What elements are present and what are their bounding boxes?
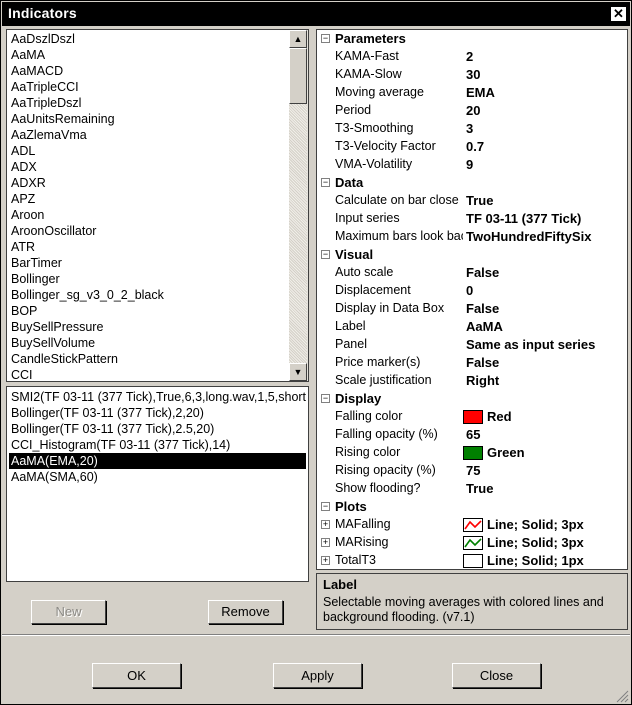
property-row[interactable]: Period 20 <box>317 102 627 120</box>
expand-icon[interactable]: + <box>321 556 330 565</box>
collapse-icon[interactable]: − <box>321 34 330 43</box>
rising-color-row[interactable]: Rising color Green <box>317 444 627 462</box>
property-row[interactable]: Moving average EMA <box>317 84 627 102</box>
scroll-up-button[interactable]: ▲ <box>289 30 307 48</box>
applied-indicators-list[interactable]: SMI2(TF 03-11 (377 Tick),True,6,3,long.w… <box>6 386 309 582</box>
remove-button[interactable]: Remove <box>208 600 283 624</box>
applied-indicator-item[interactable]: AaMA(EMA,20) <box>9 453 306 469</box>
description-title: Label <box>323 577 357 592</box>
expand-icon[interactable]: + <box>321 538 330 547</box>
list-item[interactable]: AaUnitsRemaining <box>11 111 115 127</box>
list-item[interactable]: BarTimer <box>11 255 62 271</box>
property-row[interactable]: Input series TF 03-11 (377 Tick) <box>317 210 627 228</box>
ok-button[interactable]: OK <box>92 663 181 688</box>
list-item[interactable]: AroonOscillator <box>11 223 96 239</box>
list-item[interactable]: AaDszlDszl <box>11 31 75 47</box>
property-row[interactable]: KAMA-Slow 30 <box>317 66 627 84</box>
scroll-track[interactable] <box>289 104 307 363</box>
collapse-icon[interactable]: − <box>321 502 330 511</box>
property-row[interactable]: Maximum bars look back TwoHundredFiftySix <box>317 228 627 246</box>
list-item[interactable]: ADXR <box>11 175 46 191</box>
list-item[interactable]: CCI <box>11 367 33 381</box>
plot-row-totalt3[interactable]: + TotalT3 Line; Solid; 1px <box>317 552 627 569</box>
apply-button[interactable]: Apply <box>273 663 362 688</box>
divider <box>2 634 630 636</box>
category-parameters[interactable]: − Parameters <box>317 30 627 48</box>
list-item[interactable]: BOP <box>11 303 37 319</box>
list-item[interactable]: AaTripleDszl <box>11 95 81 111</box>
list-item[interactable]: BuySellPressure <box>11 319 103 335</box>
collapse-icon[interactable]: − <box>321 250 330 259</box>
property-row[interactable]: Rising opacity (%) 75 <box>317 462 627 480</box>
applied-indicator-item[interactable]: Bollinger(TF 03-11 (377 Tick),2.5,20) <box>11 421 214 437</box>
property-row[interactable]: Display in Data Box False <box>317 300 627 318</box>
list-item[interactable]: Bollinger <box>11 271 60 287</box>
indicators-dialog: Indicators ✕ AaDszlDszl AaMA AaMACD AaTripl… <box>0 0 632 705</box>
property-row[interactable]: Falling opacity (%) 65 <box>317 426 627 444</box>
property-row[interactable]: Scale justification Right <box>317 372 627 390</box>
list-item[interactable]: ADL <box>11 143 35 159</box>
rising-color-swatch[interactable] <box>463 446 483 460</box>
window-title: Indicators <box>8 5 77 21</box>
falling-color-swatch[interactable] <box>463 410 483 424</box>
property-row[interactable]: Show flooding? True <box>317 480 627 498</box>
collapse-icon[interactable]: − <box>321 178 330 187</box>
property-row[interactable]: T3-Smoothing 3 <box>317 120 627 138</box>
close-button[interactable]: Close <box>452 663 541 688</box>
indicator-list[interactable]: AaDszlDszl AaMA AaMACD AaTripleCCI AaTripleD… <box>6 29 309 382</box>
title-bar[interactable]: Indicators ✕ <box>2 2 630 26</box>
list-item[interactable]: AaMACD <box>11 63 63 79</box>
scroll-thumb[interactable] <box>289 48 307 104</box>
property-row[interactable]: T3-Velocity Factor 0.7 <box>317 138 627 156</box>
property-row[interactable]: Displacement 0 <box>317 282 627 300</box>
description-text: Selectable moving averages with colored … <box>323 595 604 624</box>
empty-plot-icon <box>463 554 483 568</box>
plot-row-mafalling[interactable]: + MAFalling Line; Solid; 3px <box>317 516 627 534</box>
category-visual[interactable]: − Visual <box>317 246 627 264</box>
indicator-list-scrollbar[interactable]: ▲ ▼ <box>289 30 308 381</box>
new-button[interactable]: New <box>31 600 106 624</box>
list-item[interactable]: CandleStickPattern <box>11 351 118 367</box>
scroll-down-button[interactable]: ▼ <box>289 363 307 381</box>
list-item[interactable]: AaZlemaVma <box>11 127 87 143</box>
list-item[interactable]: AaTripleCCI <box>11 79 79 95</box>
property-row[interactable]: VMA-Volatility 9 <box>317 156 627 174</box>
list-item[interactable]: Aroon <box>11 207 44 223</box>
falling-color-row[interactable]: Falling color Red <box>317 408 627 426</box>
category-plots[interactable]: − Plots <box>317 498 627 516</box>
list-item[interactable]: ATR <box>11 239 35 255</box>
category-data[interactable]: − Data <box>317 174 627 192</box>
list-item[interactable]: ADX <box>11 159 37 175</box>
list-item[interactable]: Bollinger_sg_v3_0_2_black <box>11 287 164 303</box>
property-row[interactable]: Price marker(s) False <box>317 354 627 372</box>
plot-row-marising[interactable]: + MARising Line; Solid; 3px <box>317 534 627 552</box>
property-row[interactable]: Auto scale False <box>317 264 627 282</box>
list-item[interactable]: BuySellVolume <box>11 335 95 351</box>
line-plot-icon <box>463 536 483 550</box>
property-row[interactable]: Calculate on bar close True <box>317 192 627 210</box>
expand-icon[interactable]: + <box>321 520 330 529</box>
applied-indicator-item[interactable]: CCI_Histogram(TF 03-11 (377 Tick),14) <box>11 437 230 453</box>
applied-indicator-item[interactable]: Bollinger(TF 03-11 (377 Tick),2,20) <box>11 405 204 421</box>
close-window-button[interactable]: ✕ <box>610 6 627 22</box>
applied-indicator-item[interactable]: AaMA(SMA,60) <box>11 469 98 485</box>
list-item[interactable]: APZ <box>11 191 35 207</box>
category-display[interactable]: − Display <box>317 390 627 408</box>
collapse-icon[interactable]: − <box>321 394 330 403</box>
applied-indicator-item[interactable]: SMI2(TF 03-11 (377 Tick),True,6,3,long.w… <box>11 389 306 405</box>
property-row[interactable]: Label AaMA <box>317 318 627 336</box>
property-row[interactable]: Panel Same as input series <box>317 336 627 354</box>
resize-grip-icon[interactable] <box>615 689 629 703</box>
line-plot-icon <box>463 518 483 532</box>
list-item[interactable]: AaMA <box>11 47 45 63</box>
property-row[interactable]: KAMA-Fast 2 <box>317 48 627 66</box>
property-description: Label Selectable moving averages with co… <box>316 573 628 630</box>
property-grid[interactable]: − Parameters KAMA-Fast 2 KAMA-Slow 30 Movi… <box>316 29 628 570</box>
